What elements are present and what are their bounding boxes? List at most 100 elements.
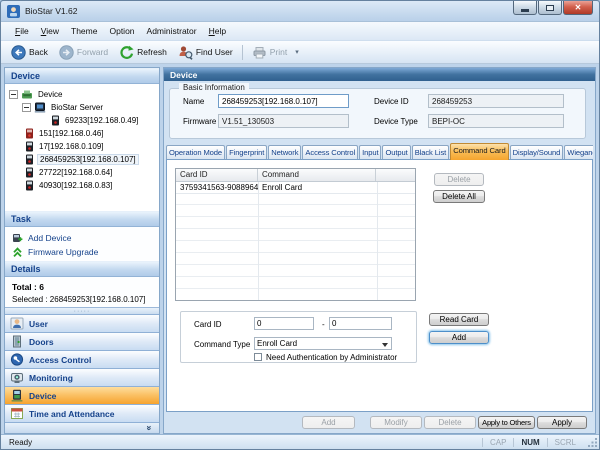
user-icon — [10, 317, 24, 330]
window-title: BioStar V1.62 — [25, 6, 77, 16]
details-selected: Selected : 268459253[192.168.0.107] — [12, 295, 152, 304]
forward-icon — [59, 45, 74, 60]
details-box: Total : 6 Selected : 268459253[192.168.0… — [5, 277, 159, 307]
cell-card-id: 3759341563-9088964 — [176, 182, 258, 193]
col-command: Command — [258, 169, 376, 181]
command-type-select[interactable]: Enroll Card — [254, 337, 392, 350]
sidebar-item-time-attendance[interactable]: Time and Attendance — [5, 404, 159, 422]
cell-command: Enroll Card — [258, 182, 376, 193]
tab-input[interactable]: Input — [359, 145, 381, 160]
tab-fingerprint[interactable]: Fingerprint — [226, 145, 267, 160]
close-icon: ✕ — [575, 3, 582, 12]
add-device-icon — [12, 233, 23, 244]
menu-theme[interactable]: Theme — [65, 23, 103, 39]
resize-grip[interactable] — [588, 438, 598, 448]
back-button[interactable]: Back — [6, 43, 53, 62]
menu-file[interactable]: File — [9, 23, 35, 39]
apply-button[interactable]: Apply — [537, 416, 587, 429]
minimize-button[interactable] — [513, 1, 537, 15]
refresh-button[interactable]: Refresh — [114, 43, 172, 62]
sidebar-item-user[interactable]: User — [5, 314, 159, 332]
tree-item-device-root[interactable]: Device — [9, 88, 157, 101]
card-id-from-input[interactable] — [254, 317, 314, 330]
name-input[interactable] — [218, 94, 349, 108]
chevron-down-icon — [382, 343, 388, 347]
minimize-icon — [521, 9, 529, 12]
panel-splitter-handle[interactable]: ····· — [5, 307, 159, 314]
sidebar-item-device[interactable]: Device — [5, 386, 159, 404]
column-separator — [377, 182, 378, 300]
app-icon — [7, 5, 20, 18]
tab-output[interactable]: Output — [382, 145, 410, 160]
device-icon — [25, 167, 34, 178]
print-icon — [252, 45, 267, 60]
table-header-row: Card ID Command — [176, 169, 415, 182]
main-panel: Device Basic Information Name Firmware V… — [163, 67, 596, 434]
status-ready: Ready — [5, 438, 32, 447]
delete-all-button[interactable]: Delete All — [433, 190, 485, 203]
content-area: Device Device BioStar Server 69233[192.1… — [1, 64, 599, 434]
table-row[interactable]: 3759341563-9088964 Enroll Card — [176, 182, 415, 194]
menu-bar: File View Theme Option Administrator Hel… — [1, 22, 599, 41]
title-bar: BioStar V1.62 ✕ — [1, 1, 599, 22]
device-type-value: BEPI-OC — [428, 114, 564, 128]
menu-help[interactable]: Help — [203, 23, 232, 39]
monitoring-icon — [10, 371, 24, 384]
card-id-to-input[interactable] — [329, 317, 392, 330]
tab-network[interactable]: Network — [268, 145, 301, 160]
sidebar-item-doors[interactable]: Doors — [5, 332, 159, 350]
tree-item-151[interactable]: 151[192.168.0.46] — [9, 127, 157, 140]
close-button[interactable]: ✕ — [563, 1, 593, 15]
tree-item-biostar-server[interactable]: BioStar Server — [9, 101, 157, 114]
firmware-upgrade-link[interactable]: Firmware Upgrade — [12, 245, 152, 259]
modify-button[interactable]: Modify — [370, 416, 422, 429]
status-num: NUM — [513, 438, 546, 447]
command-card-table[interactable]: Card ID Command 3759341563-9088964 Enrol… — [175, 168, 416, 301]
tree-item-27722[interactable]: 27722[192.168.0.64] — [9, 166, 157, 179]
add-device-link[interactable]: Add Device — [12, 231, 152, 245]
tree-item-40930[interactable]: 40930[192.168.0.83] — [9, 179, 157, 192]
find-user-button[interactable]: Find User — [173, 43, 238, 62]
delete-button[interactable]: Delete — [424, 416, 476, 429]
delete-card-button[interactable]: Delete — [434, 173, 484, 186]
tab-operation-mode[interactable]: Operation Mode — [166, 145, 225, 160]
card-entry-group: Card ID - Command Type Enroll Card Need … — [180, 311, 417, 363]
tab-command-card[interactable]: Command Card — [450, 143, 508, 160]
menu-view[interactable]: View — [35, 23, 65, 39]
device-tree: Device BioStar Server 69233[192.168.0.49… — [5, 84, 159, 211]
device-icon — [51, 115, 60, 126]
tab-wiegand[interactable]: Wiegand — [564, 145, 593, 160]
print-button[interactable]: Print — [247, 43, 292, 62]
need-auth-checkbox[interactable] — [254, 353, 262, 361]
nav-overflow-chevron-icon[interactable]: » — [144, 425, 154, 430]
details-total: Total : 6 — [12, 282, 152, 292]
restore-icon — [546, 5, 554, 11]
collapse-icon[interactable] — [9, 90, 18, 99]
menu-option[interactable]: Option — [103, 23, 140, 39]
sidebar-item-access-control[interactable]: Access Control — [5, 350, 159, 368]
maximize-button[interactable] — [538, 1, 562, 15]
forward-button[interactable]: Forward — [54, 43, 113, 62]
tab-display-sound[interactable]: Display/Sound — [510, 145, 564, 160]
collapse-icon[interactable] — [22, 103, 31, 112]
left-panel: Device Device BioStar Server 69233[192.1… — [4, 67, 160, 434]
read-card-button[interactable]: Read Card — [429, 313, 489, 326]
tree-item-69233[interactable]: 69233[192.168.0.49] — [9, 114, 157, 127]
server-icon — [34, 102, 46, 113]
find-user-icon — [178, 45, 193, 60]
tree-item-17[interactable]: 17[192.168.0.109] — [9, 140, 157, 153]
menu-administrator[interactable]: Administrator — [141, 23, 203, 39]
add-button[interactable]: Add — [302, 416, 355, 429]
tab-access-control[interactable]: Access Control — [302, 145, 358, 160]
toolbar-overflow-chevron[interactable]: ▾ — [295, 48, 299, 56]
firmware-label: Firmware — [183, 117, 216, 126]
task-items: Add Device Firmware Upgrade — [5, 227, 159, 261]
refresh-icon — [119, 45, 134, 60]
sidebar-item-monitoring[interactable]: Monitoring — [5, 368, 159, 386]
add-card-button[interactable]: Add — [429, 331, 489, 344]
tab-black-list[interactable]: Black List — [412, 145, 450, 160]
tree-item-268459253-selected[interactable]: 268459253[192.168.0.107] — [9, 153, 157, 166]
basic-information-title: Basic Information — [179, 83, 249, 92]
apply-to-others-button[interactable]: Apply to Others — [478, 416, 535, 429]
device-settings-tabs: Operation Mode Fingerprint Network Acces… — [166, 142, 593, 160]
